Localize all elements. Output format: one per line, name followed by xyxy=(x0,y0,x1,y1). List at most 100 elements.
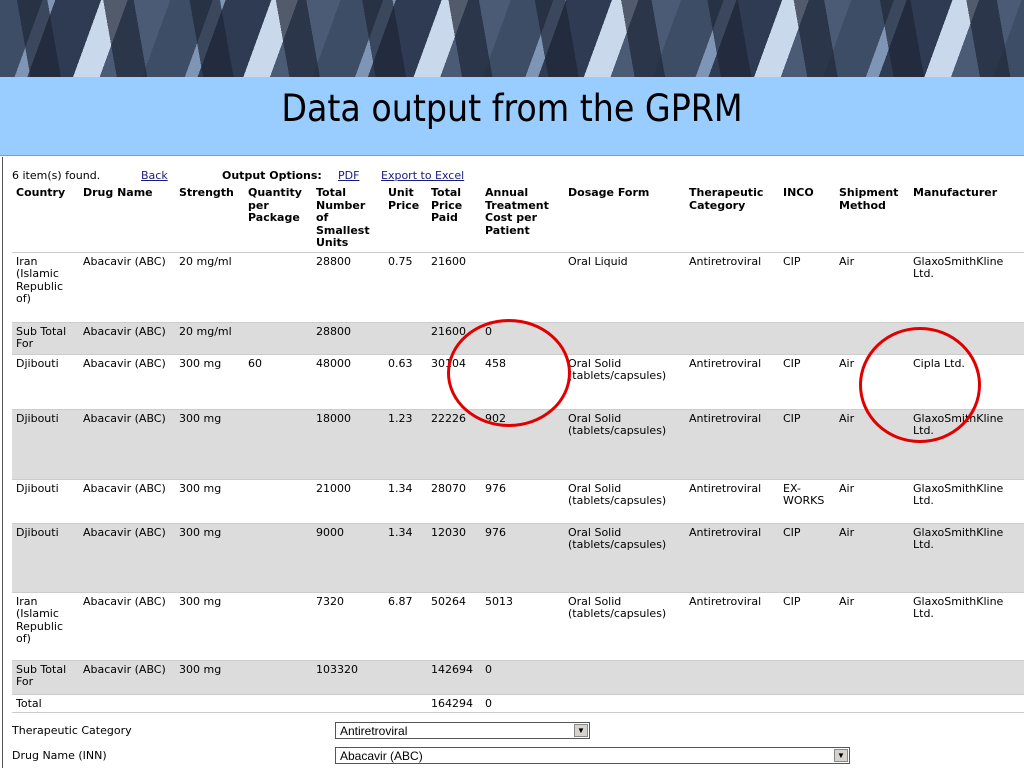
slide-title: Data output from the GPRM xyxy=(281,87,743,130)
header-photo-banner xyxy=(0,0,1024,77)
table-cell: Abacavir (ABC) xyxy=(79,409,175,479)
table-cell xyxy=(835,694,909,712)
table-cell: 12030 xyxy=(427,523,481,592)
column-header: Therapeutic Category xyxy=(689,186,764,212)
highlight-circle-annual-cost xyxy=(447,319,571,427)
table-cell: Sub Total For xyxy=(12,660,79,694)
table-cell: 5013 xyxy=(481,592,564,660)
column-header: Dosage Form xyxy=(568,186,650,199)
table-cell: 18000 xyxy=(312,409,384,479)
table-cell xyxy=(384,660,427,694)
table-cell xyxy=(384,694,427,712)
table-cell: Total xyxy=(12,694,79,712)
table-cell: 300 mg xyxy=(175,479,244,523)
table-cell: 103320 xyxy=(312,660,384,694)
table-cell xyxy=(564,660,685,694)
results-table: Country Drug Name Strength Quantity per Pac… xyxy=(12,184,1024,713)
table-cell: Antiretroviral xyxy=(685,592,779,660)
table-cell: Djibouti xyxy=(12,523,79,592)
column-header: INCO xyxy=(783,186,814,199)
table-cell xyxy=(779,322,835,354)
table-cell: 300 mg xyxy=(175,354,244,409)
table-cell: 300 mg xyxy=(175,523,244,592)
table-cell xyxy=(685,660,779,694)
table-cell: CIP xyxy=(779,252,835,322)
table-cell: 22226 xyxy=(427,409,481,479)
table-cell: 0.63 xyxy=(384,354,427,409)
table-cell: 300 mg xyxy=(175,592,244,660)
drug-name-value: Abacavir (ABC) xyxy=(340,749,423,763)
column-header: Drug Name xyxy=(83,186,153,199)
table-cell: 50264 xyxy=(427,592,481,660)
table-cell: GlaxoSmithKline Ltd. xyxy=(909,479,1024,523)
column-header: Country xyxy=(16,186,66,199)
table-cell xyxy=(685,694,779,712)
table-cell: Antiretroviral xyxy=(685,252,779,322)
table-cell: 164294 xyxy=(427,694,481,712)
table-cell xyxy=(564,322,685,354)
table-cell xyxy=(779,694,835,712)
table-cell: Abacavir (ABC) xyxy=(79,322,175,354)
table-cell: 28800 xyxy=(312,322,384,354)
table-cell: Oral Solid (tablets/capsules) xyxy=(564,479,685,523)
table-row: Sub Total For Abacavir (ABC) 300 mg 103320 1… xyxy=(12,660,1024,694)
table-cell xyxy=(244,660,312,694)
table-cell: 0.75 xyxy=(384,252,427,322)
export-excel-link[interactable]: Export to Excel xyxy=(381,169,464,182)
table-row: Djibouti Abacavir (ABC) 300 mg 21000 1.34 280… xyxy=(12,479,1024,523)
table-cell: Oral Solid (tablets/capsules) xyxy=(564,523,685,592)
table-cell: 7320 xyxy=(312,592,384,660)
table-cell: Abacavir (ABC) xyxy=(79,354,175,409)
table-cell: Antiretroviral xyxy=(685,479,779,523)
drug-name-select[interactable]: Abacavir (ABC) ▼ xyxy=(335,747,850,764)
table-cell xyxy=(244,322,312,354)
title-band: Data output from the GPRM xyxy=(0,77,1024,156)
table-cell: 21600 xyxy=(427,252,481,322)
table-cell: CIP xyxy=(779,523,835,592)
column-header: Unit Price xyxy=(388,186,420,212)
table-row: Iran (Islamic Republic of) Abacavir (ABC)… xyxy=(12,592,1024,660)
table-cell: Air xyxy=(835,252,909,322)
table-cell: CIP xyxy=(779,592,835,660)
chevron-down-icon[interactable]: ▼ xyxy=(834,749,848,762)
table-cell xyxy=(685,322,779,354)
item-count: 6 item(s) found. xyxy=(12,169,101,182)
table-header-row: Country Drug Name Strength Quantity per Pac… xyxy=(12,184,1024,252)
table-cell: Air xyxy=(835,479,909,523)
table-row: Djibouti Abacavir (ABC) 300 mg 9000 1.34 1203… xyxy=(12,523,1024,592)
table-cell: Djibouti xyxy=(12,479,79,523)
table-cell: Antiretroviral xyxy=(685,354,779,409)
table-cell: Air xyxy=(835,523,909,592)
table-cell: GlaxoSmithKline Ltd. xyxy=(909,592,1024,660)
table-cell xyxy=(481,252,564,322)
table-cell: Oral Liquid xyxy=(564,252,685,322)
table-cell: Iran (Islamic Republic of) xyxy=(12,252,79,322)
therapeutic-category-value: Antiretroviral xyxy=(340,724,408,738)
column-header: Quantity per Package xyxy=(248,186,302,224)
table-cell: 976 xyxy=(481,479,564,523)
table-cell: 20 mg/ml xyxy=(175,252,244,322)
table-cell xyxy=(79,694,175,712)
table-cell: Antiretroviral xyxy=(685,409,779,479)
therapeutic-category-select[interactable]: Antiretroviral ▼ xyxy=(335,722,590,739)
column-header: Annual Treatment Cost per Patient xyxy=(485,186,549,237)
table-cell: 976 xyxy=(481,523,564,592)
table-cell: Abacavir (ABC) xyxy=(79,523,175,592)
table-cell xyxy=(244,252,312,322)
table-cell: 48000 xyxy=(312,354,384,409)
pdf-link[interactable]: PDF xyxy=(338,169,359,182)
table-cell: 60 xyxy=(244,354,312,409)
table-cell: EX-WORKS xyxy=(779,479,835,523)
table-cell xyxy=(909,660,1024,694)
table-cell: 28070 xyxy=(427,479,481,523)
table-cell: 0 xyxy=(481,694,564,712)
highlight-circle-manufacturer xyxy=(859,327,981,443)
table-cell xyxy=(909,694,1024,712)
chevron-down-icon[interactable]: ▼ xyxy=(574,724,588,737)
table-cell xyxy=(244,694,312,712)
back-link[interactable]: Back xyxy=(141,169,168,182)
column-header: Shipment Method xyxy=(839,186,899,212)
table-cell: Oral Solid (tablets/capsules) xyxy=(564,409,685,479)
table-cell: GlaxoSmithKline Ltd. xyxy=(909,252,1024,322)
table-cell: Djibouti xyxy=(12,354,79,409)
